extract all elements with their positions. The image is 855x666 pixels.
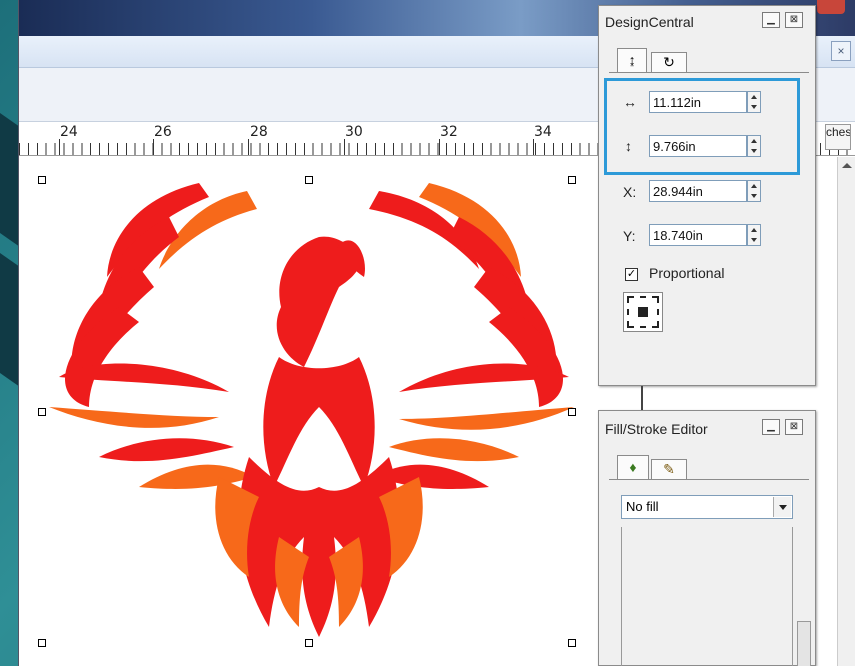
ruler-major-tick	[533, 139, 534, 155]
width-arrow-icon: ↔	[623, 94, 637, 110]
ruler-number: 28	[250, 124, 268, 140]
minimize-button[interactable]: ▁	[762, 419, 780, 435]
tab-resize[interactable]: ↨	[617, 48, 647, 72]
width-field[interactable]	[649, 91, 747, 113]
panel-title: Fill/Stroke Editor	[605, 421, 708, 437]
proportional-label: Proportional	[649, 265, 725, 281]
height-arrow-icon: ↕	[625, 138, 632, 154]
panel-connector	[641, 386, 643, 412]
paint-bucket-icon: ♦	[629, 459, 637, 475]
chevron-down-icon[interactable]	[773, 497, 791, 517]
proportional-checkbox[interactable]: ✓	[625, 268, 638, 281]
selection-handle[interactable]	[38, 176, 46, 184]
fill-type-select[interactable]: No fill	[621, 495, 793, 519]
desktop-stripe	[0, 112, 20, 248]
anchor-grid-icon[interactable]	[623, 292, 663, 332]
ruler-major-tick	[59, 139, 60, 155]
tab-fill[interactable]: ♦	[617, 455, 649, 479]
ruler-number: 24	[60, 124, 78, 140]
tab-body-line	[609, 479, 809, 480]
tab-stroke[interactable]: ✎	[651, 459, 687, 479]
scroll-up-arrow-icon[interactable]	[842, 163, 852, 168]
feather-shape	[65, 307, 139, 407]
vertical-scrollbar[interactable]	[837, 157, 855, 666]
selection-handle[interactable]	[568, 176, 576, 184]
selection-handle[interactable]	[568, 408, 576, 416]
feather-shape	[389, 438, 519, 462]
x-label: X:	[623, 184, 637, 200]
feather-shape	[99, 438, 234, 462]
ruler-number: 26	[154, 124, 172, 140]
tab-body-line	[609, 72, 809, 73]
phoenix-shapes	[49, 183, 574, 637]
phoenix-artwork[interactable]	[19, 157, 599, 666]
height-field[interactable]	[649, 135, 747, 157]
window-close-button[interactable]	[817, 0, 845, 14]
height-spinner[interactable]	[747, 135, 761, 157]
ruler-major-tick	[248, 139, 249, 155]
body-shape	[263, 357, 375, 487]
fill-options-area	[621, 527, 793, 666]
selection-handle[interactable]	[568, 639, 576, 647]
fill-type-value: No fill	[626, 499, 659, 514]
tail-shape	[238, 457, 400, 637]
fill-stroke-panel: Fill/Stroke Editor ▁ ⊠ ♦ ✎ No fill	[598, 410, 816, 666]
close-button[interactable]: ⊠	[785, 12, 803, 28]
ruler-major-tick	[153, 139, 154, 155]
y-position-field[interactable]	[649, 224, 747, 246]
drawing-canvas[interactable]	[19, 157, 599, 666]
panel-title: DesignCentral	[605, 14, 694, 30]
x-position-field[interactable]	[649, 180, 747, 202]
ruler-major-tick	[439, 139, 440, 155]
document-close-button[interactable]: ×	[831, 41, 851, 61]
designcentral-panel: DesignCentral ▁ ⊠ ↨ ↻ ↔ ↕ X: Y: ✓ Propor…	[598, 5, 816, 386]
minimize-button[interactable]: ▁	[762, 12, 780, 28]
width-spinner[interactable]	[747, 91, 761, 113]
ruler-units-button[interactable]: ches	[825, 124, 851, 150]
feather-shape	[49, 407, 219, 428]
tab-rotate[interactable]: ↻	[651, 52, 687, 72]
feather-shape	[399, 407, 574, 430]
ruler-major-tick	[344, 139, 345, 155]
close-button[interactable]: ⊠	[785, 419, 803, 435]
pencil-icon: ✎	[663, 461, 675, 477]
panel-scrollbar[interactable]	[797, 621, 811, 666]
ruler-number: 30	[345, 124, 363, 140]
y-label: Y:	[623, 228, 636, 244]
selection-handle[interactable]	[38, 408, 46, 416]
y-spinner[interactable]	[747, 224, 761, 246]
desktop-stripe	[0, 252, 20, 388]
rotate-icon: ↻	[663, 54, 675, 70]
selection-handle[interactable]	[305, 176, 313, 184]
ruler-number: 32	[440, 124, 458, 140]
feather-shape	[489, 307, 563, 407]
selection-handle[interactable]	[38, 639, 46, 647]
resize-icon: ↨	[628, 52, 636, 68]
ruler-number: 34	[534, 124, 552, 140]
selection-handle[interactable]	[305, 639, 313, 647]
x-spinner[interactable]	[747, 180, 761, 202]
feather-shape	[139, 464, 254, 489]
